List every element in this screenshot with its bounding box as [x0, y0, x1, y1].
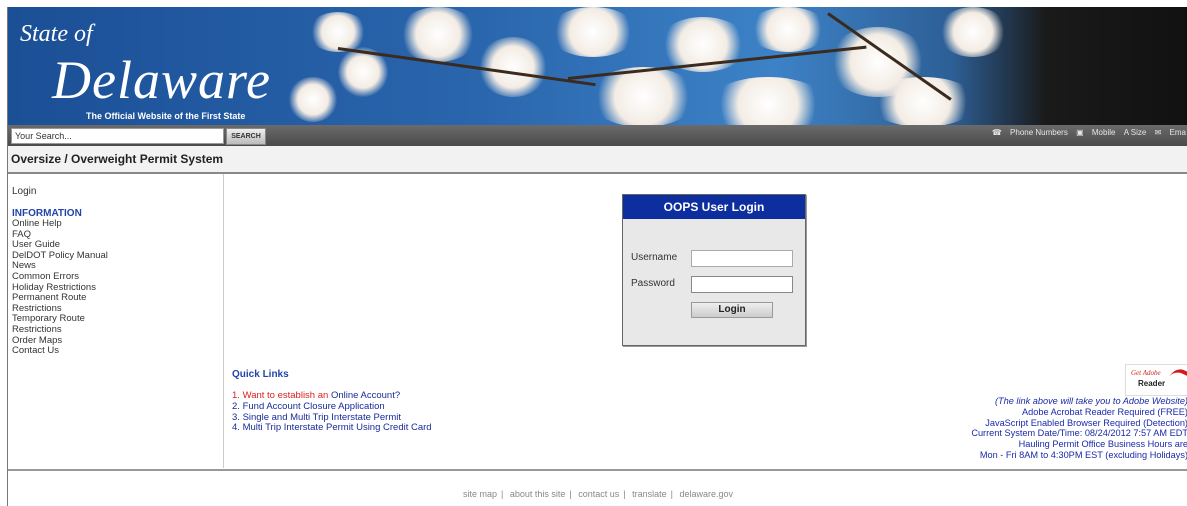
email-link[interactable]: Ema: [1170, 128, 1186, 137]
blossom-decoration: [708, 77, 828, 125]
info-business-hours: Mon - Fri 8AM to 4:30PM EST (excluding H…: [979, 449, 1187, 460]
phone-icon: ☎: [991, 128, 1002, 137]
password-label: Password: [631, 278, 675, 289]
page-title: Oversize / Overweight Permit System: [11, 152, 224, 166]
adobe-logo-icon: [1163, 365, 1187, 399]
footer-link-site-map[interactable]: site map: [463, 489, 497, 499]
list-number: 3.: [232, 411, 240, 423]
system-title-bar: Oversize / Overweight Permit System: [8, 146, 1187, 174]
info-adobe-note: (The link above will take you to Adobe W…: [994, 396, 1187, 406]
login-button[interactable]: Login: [691, 302, 773, 318]
info-business-hours-title: Hauling Permit Office Business Hours are: [1018, 439, 1187, 450]
username-label: Username: [631, 252, 678, 263]
search-button[interactable]: SEARCH: [226, 128, 266, 145]
nav-login-link[interactable]: Login: [12, 186, 36, 197]
username-field[interactable]: [691, 250, 793, 267]
login-box: OOPS User Login Username Password Login: [622, 194, 806, 346]
list-number: 4.: [232, 422, 240, 434]
phone-numbers-link[interactable]: Phone Numbers: [1010, 128, 1068, 137]
logo-line2: Delaware: [52, 50, 271, 110]
footer-link-translate[interactable]: translate: [632, 489, 667, 499]
adobe-get-label: Get Adobe: [1131, 369, 1161, 377]
quick-link-label[interactable]: Single and Multi Trip Interstate Permit: [243, 412, 401, 423]
nav-item-common-errors[interactable]: Common Errors: [12, 271, 108, 283]
list-number: 1.: [232, 390, 240, 401]
blossom-decoration: [288, 77, 338, 122]
login-title: OOPS User Login: [623, 195, 805, 219]
nav-item-contact-us[interactable]: Contact Us: [12, 346, 108, 357]
nav-item-online-help[interactable]: Online Help: [12, 218, 108, 230]
quick-link-label[interactable]: Online Account?: [331, 390, 400, 401]
logo-tagline: The Official Website of the First State: [86, 111, 246, 121]
page-frame: State of Delaware The Official Website o…: [7, 7, 1187, 506]
quick-links-title: Quick Links: [232, 369, 289, 380]
banner: State of Delaware The Official Website o…: [8, 7, 1187, 125]
quick-link-credit-card-permit[interactable]: 4. Multi Trip Interstate Permit Using Cr…: [232, 422, 432, 434]
footer-link-delaware-gov[interactable]: delaware.gov: [679, 489, 733, 499]
quick-links-list: 1. Want to establish an Online Account? …: [232, 390, 432, 434]
quick-link-prompt: Want to establish an: [242, 390, 329, 401]
mobile-icon: ▣: [1076, 128, 1084, 137]
search-input[interactable]: Your Search...: [11, 128, 224, 144]
blossom-decoration: [548, 7, 638, 57]
blossom-decoration: [398, 7, 478, 62]
info-system-datetime: Current System Date/Time: 08/24/2012 7:5…: [971, 428, 1187, 439]
info-acrobat-required: Adobe Acrobat Reader Required (FREE): [1022, 406, 1187, 417]
list-number: 2.: [232, 400, 240, 412]
mobile-link[interactable]: Mobile: [1092, 128, 1116, 137]
footer-link-contact[interactable]: contact us: [578, 489, 619, 499]
blossom-decoration: [938, 7, 1008, 57]
state-logo[interactable]: State of Delaware The Official Website o…: [16, 15, 270, 121]
nav-item-temporary-route-restrictions[interactable]: Restrictions: [12, 324, 108, 336]
password-field[interactable]: [691, 276, 793, 293]
nav-list: Online Help FAQ User Guide DelDOT Policy…: [12, 218, 108, 357]
blossom-decoration: [478, 37, 548, 97]
logo-line1: State of: [20, 21, 93, 47]
utility-links: ☎ Phone Numbers ▣ Mobile A Size ✉ Ema: [986, 128, 1186, 137]
system-info: (The link above will take you to Adobe W…: [971, 396, 1187, 461]
text-size-link[interactable]: A Size: [1124, 128, 1147, 137]
email-icon: ✉: [1154, 128, 1162, 137]
blossom-decoration: [748, 7, 828, 52]
footer-divider: [8, 469, 1187, 471]
footer-link-about[interactable]: about this site: [510, 489, 566, 499]
quick-link-label[interactable]: Fund Account Closure Application: [243, 401, 385, 412]
footer: site map | about this site | contact us | t…: [462, 489, 734, 499]
blossom-decoration: [868, 77, 978, 125]
get-adobe-reader-button[interactable]: Get Adobe Reader: [1125, 364, 1187, 399]
adobe-reader-label: Reader: [1138, 379, 1166, 388]
info-javascript-required: JavaScript Enabled Browser Required (Det…: [985, 417, 1187, 428]
quick-link-label[interactable]: Multi Trip Interstate Permit Using Credi…: [243, 422, 432, 433]
search-bar: Your Search... SEARCH ☎ Phone Numbers ▣ …: [8, 125, 1187, 146]
left-nav: Login INFORMATION Online Help FAQ User G…: [8, 174, 224, 468]
